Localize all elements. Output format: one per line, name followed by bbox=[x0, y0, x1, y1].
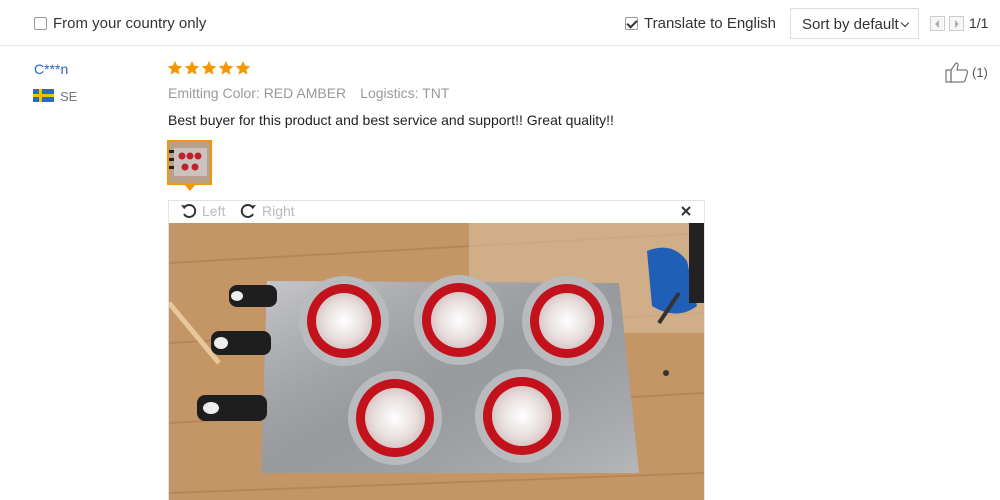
review-photo bbox=[169, 223, 704, 500]
rotate-right-button[interactable]: Right bbox=[240, 203, 295, 219]
star-icon bbox=[184, 61, 200, 75]
viewer-toolbar: Left Right bbox=[169, 201, 704, 223]
rotate-left-button[interactable]: Left bbox=[180, 203, 225, 219]
logistics: Logistics: TNT bbox=[360, 85, 450, 101]
rotate-left-label: Left bbox=[202, 203, 226, 219]
thumbnail-pointer bbox=[184, 184, 196, 191]
rotate-right-label: Right bbox=[262, 203, 295, 219]
rotate-right-icon bbox=[240, 204, 256, 218]
star-icon bbox=[201, 61, 217, 75]
review-filter-bar: From your country only Translate to Engl… bbox=[0, 0, 1000, 46]
review-text: Best buyer for this product and best ser… bbox=[168, 112, 614, 128]
sweden-flag-icon bbox=[33, 89, 54, 102]
country-only-checkbox[interactable] bbox=[34, 17, 47, 30]
helpful-count: (1) bbox=[972, 64, 988, 80]
photo-viewer: Left Right bbox=[168, 200, 705, 500]
thumbnail-image bbox=[169, 142, 210, 183]
star-icon bbox=[167, 61, 183, 75]
star-icon bbox=[235, 61, 251, 75]
emitting-color: Emitting Color: RED AMBER bbox=[168, 85, 347, 101]
review-meta: Emitting Color: RED AMBER Logistics: TNT bbox=[168, 85, 449, 101]
sort-select-label: Sort by default bbox=[802, 16, 899, 33]
translate-label[interactable]: Translate to English bbox=[644, 15, 776, 32]
next-page-button[interactable] bbox=[949, 16, 964, 31]
chevron-down-icon bbox=[900, 18, 910, 28]
helpful-button[interactable]: (1) bbox=[945, 61, 988, 83]
thumbs-up-icon bbox=[945, 62, 969, 83]
page-indicator: 1/1 bbox=[969, 15, 989, 31]
rotate-left-icon bbox=[181, 204, 197, 218]
country-only-label[interactable]: From your country only bbox=[53, 15, 206, 32]
reviewer-name[interactable]: C***n bbox=[34, 61, 68, 77]
prev-page-button[interactable] bbox=[930, 16, 945, 31]
sort-select[interactable]: Sort by default bbox=[790, 8, 919, 39]
star-rating bbox=[167, 60, 251, 76]
star-icon bbox=[218, 61, 234, 75]
translate-checkbox[interactable] bbox=[625, 17, 638, 30]
review-photo-thumbnail[interactable] bbox=[167, 140, 212, 185]
reviewer-country: SE bbox=[60, 89, 78, 104]
close-icon[interactable] bbox=[679, 204, 693, 218]
